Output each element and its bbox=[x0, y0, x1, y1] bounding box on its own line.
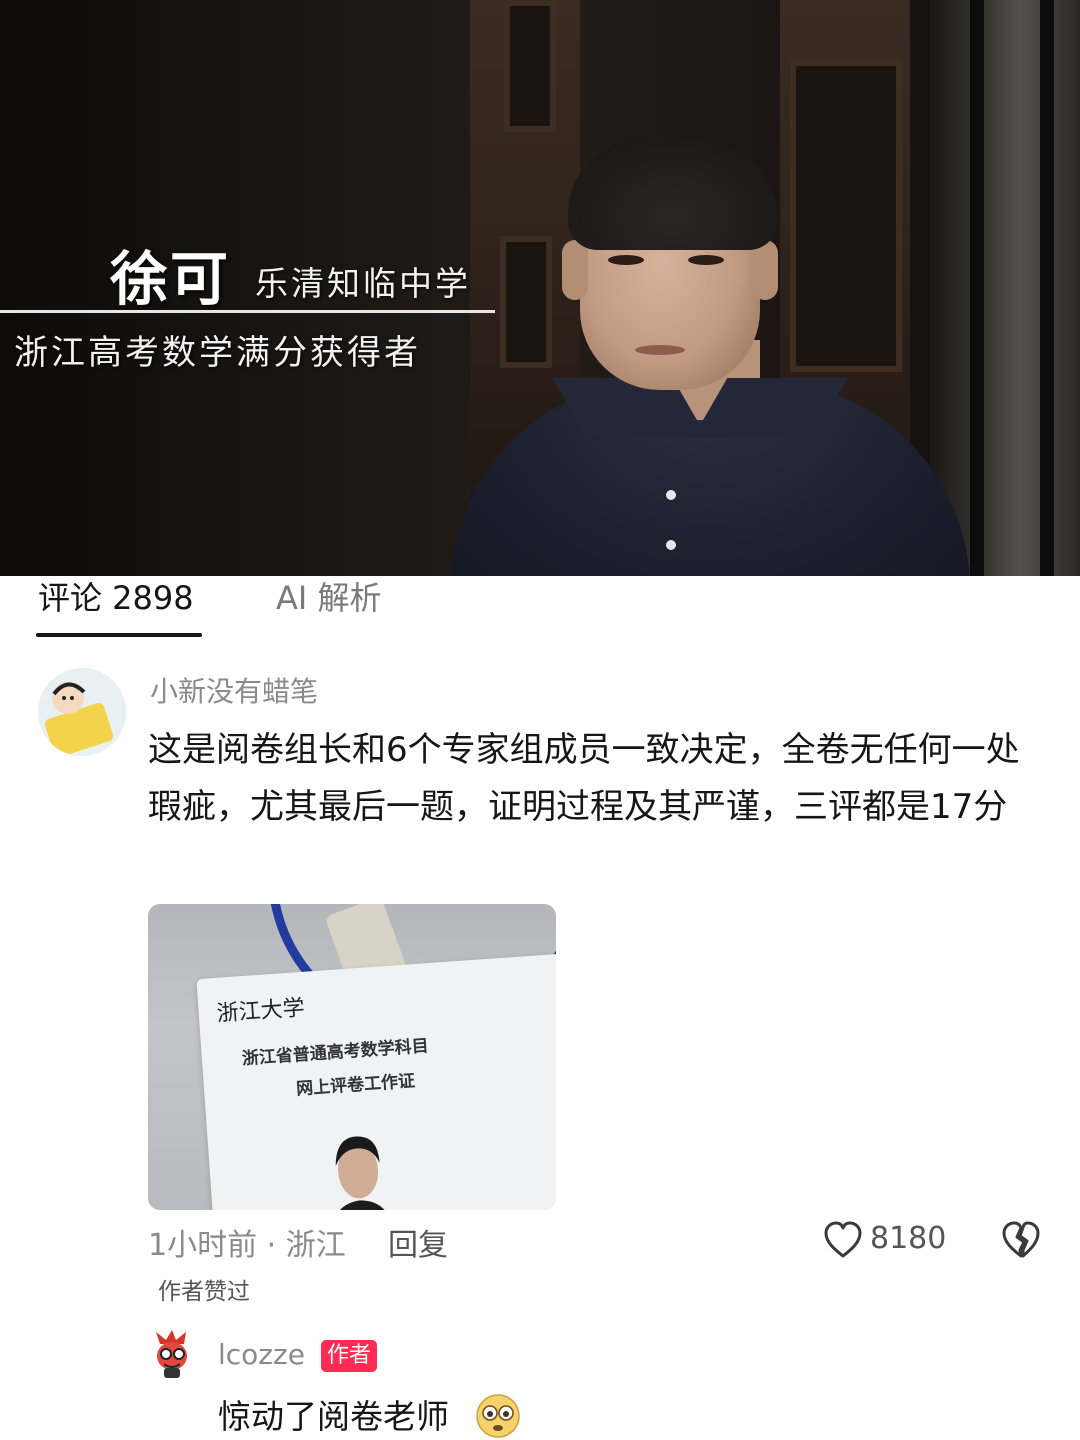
comment-username[interactable]: 小新没有蜡笔 bbox=[150, 670, 318, 710]
caption-title: 浙江高考数学满分获得者 bbox=[14, 333, 421, 373]
cartoon-avatar-icon bbox=[38, 668, 126, 756]
reply-avatar[interactable] bbox=[152, 1330, 198, 1380]
caption-divider bbox=[0, 310, 495, 313]
comment-time-location: 1小时前 · 浙江 bbox=[148, 1228, 346, 1263]
door-panel bbox=[504, 0, 556, 132]
comment-photo[interactable]: 浙江大学 浙江省普通高考数学科目 网上评卷工作证 bbox=[148, 904, 556, 1210]
broken-heart-icon[interactable] bbox=[1000, 1220, 1042, 1260]
card-title-line1: 浙江省普通高考数学科目 bbox=[241, 1036, 430, 1070]
caption-school: 乐清知临中学 bbox=[255, 264, 471, 303]
reply-username[interactable]: lcozze bbox=[218, 1338, 305, 1371]
tab-comments[interactable]: 评论 2898 bbox=[38, 573, 194, 619]
card-title-line2: 网上评卷工作证 bbox=[295, 1071, 416, 1100]
author-liked-note: 作者赞过 bbox=[158, 1279, 250, 1305]
flushed-face-emoji-icon bbox=[476, 1394, 520, 1438]
heart-icon[interactable] bbox=[822, 1220, 864, 1260]
author-badge: 作者 bbox=[321, 1340, 378, 1372]
reply-button[interactable]: 回复 bbox=[388, 1220, 448, 1264]
person-figure bbox=[450, 120, 970, 576]
caption-name: 徐可 bbox=[110, 245, 231, 313]
university-logo-text: 浙江大学 bbox=[215, 995, 306, 1027]
id-photo bbox=[314, 1115, 403, 1210]
tab-ai-analysis[interactable]: AI 解析 bbox=[276, 573, 382, 619]
video-player[interactable]: 徐可 乐清知临中学 浙江高考数学满分获得者 bbox=[0, 0, 1080, 576]
work-permit-card: 浙江大学 浙江省普通高考数学科目 网上评卷工作证 bbox=[196, 953, 556, 1210]
like-count: 8180 bbox=[870, 1221, 947, 1256]
reply-text: 惊动了阅卷老师 bbox=[218, 1397, 449, 1436]
avatar[interactable] bbox=[38, 668, 126, 756]
comment-text: 这是阅卷组长和6个专家组成员一致决定，全卷无任何一处瑕疵，尤其最后一题，证明过程… bbox=[148, 730, 1020, 827]
active-tab-indicator bbox=[36, 633, 202, 637]
